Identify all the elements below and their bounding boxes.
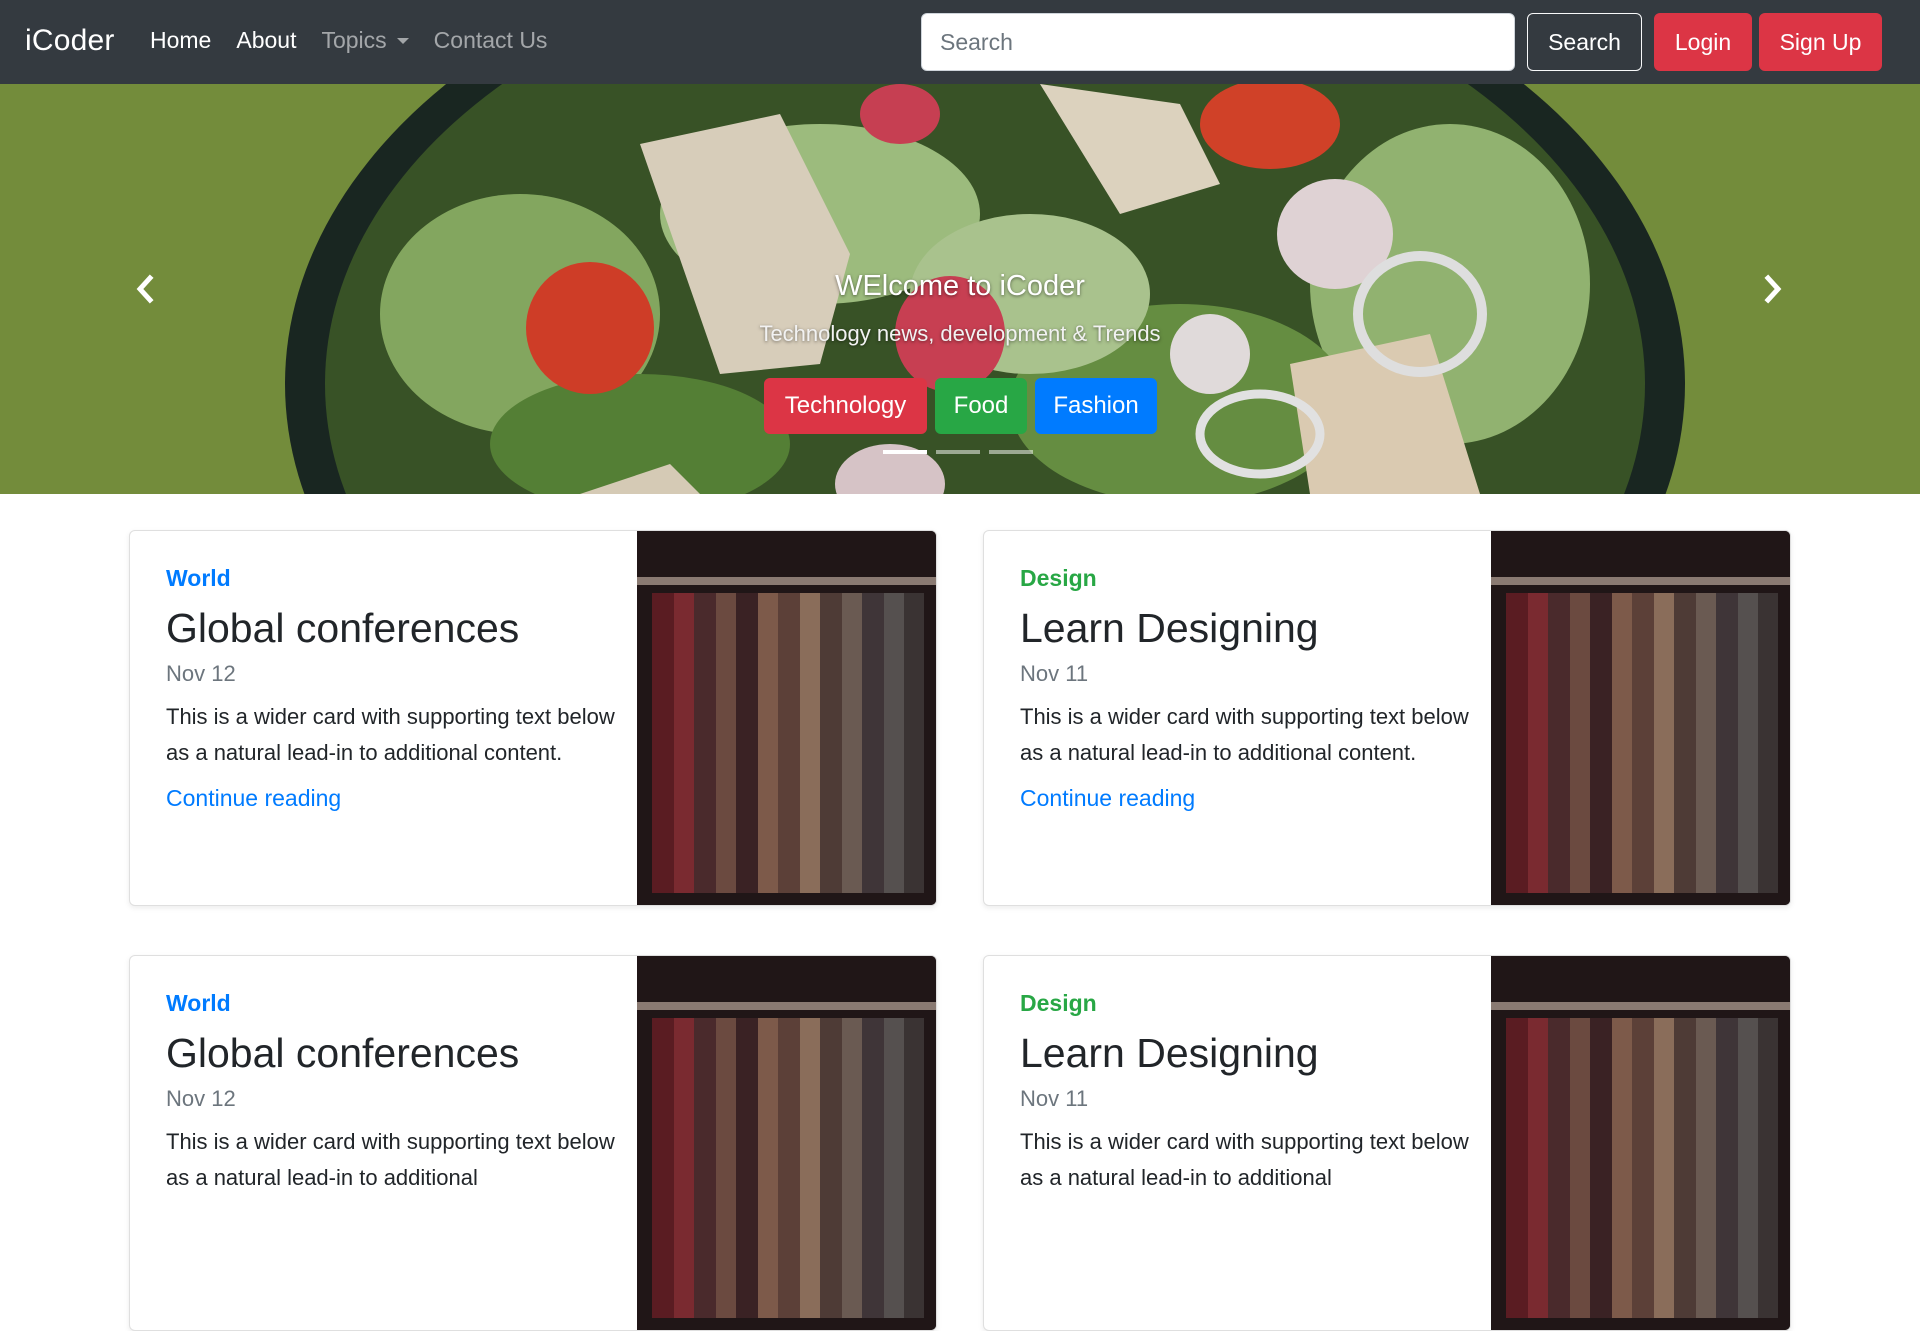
nav-link-topics-label: Topics (321, 27, 387, 53)
card-image-clothes-rack (1491, 956, 1790, 1330)
card-title: Global conferences (166, 605, 520, 651)
card-category: World (166, 565, 231, 591)
nav-link-contact[interactable]: Contact Us (434, 27, 548, 54)
card-date: Nov 12 (166, 1086, 236, 1112)
article-card: Design Learn Designing Nov 11 This is a … (983, 955, 1791, 1331)
card-image-clothes-rack (637, 956, 936, 1330)
card-category: Design (1020, 990, 1097, 1016)
card-text: This is a wider card with supporting tex… (166, 1129, 615, 1191)
brand-logo[interactable]: iCoder (25, 24, 115, 58)
carousel-subtitle: Technology news, development & Trends (759, 321, 1161, 346)
search-button[interactable]: Search (1527, 13, 1642, 71)
carousel-indicator-3[interactable] (989, 450, 1033, 454)
article-card: World Global conferences Nov 12 This is … (129, 955, 937, 1331)
card-image-clothes-rack (637, 531, 936, 905)
hero-carousel: WElcome to iCoder Technology news, devel… (0, 84, 1920, 494)
card-title: Global conferences (166, 1030, 520, 1076)
carousel-indicator-2[interactable] (936, 450, 980, 454)
login-button[interactable]: Login (1654, 13, 1752, 71)
card-title: Learn Designing (1020, 1030, 1319, 1076)
carousel-title: WElcome to iCoder (835, 270, 1085, 302)
card-body: Design Learn Designing Nov 11 This is a … (1020, 565, 1480, 812)
navbar: iCoder Home About Topics Contact Us Sear… (0, 0, 1920, 84)
article-card: Design Learn Designing Nov 11 This is a … (983, 530, 1791, 906)
card-body: Design Learn Designing Nov 11 This is a … (1020, 990, 1480, 1196)
card-title: Learn Designing (1020, 605, 1319, 651)
chevron-down-icon (396, 38, 409, 44)
card-category: World (166, 990, 231, 1016)
card-category: Design (1020, 565, 1097, 591)
signup-button[interactable]: Sign Up (1759, 13, 1882, 71)
carousel-indicators (883, 450, 1033, 454)
hero-category-buttons: Technology Food Fashion (764, 378, 1157, 434)
card-date: Nov 11 (1020, 661, 1089, 687)
card-text: This is a wider card with supporting tex… (1020, 1129, 1469, 1191)
card-body: World Global conferences Nov 12 This is … (166, 565, 626, 812)
card-text: This is a wider card with supporting tex… (166, 704, 615, 766)
food-button[interactable]: Food (935, 378, 1027, 434)
continue-reading-link[interactable]: Continue reading (1020, 785, 1480, 812)
card-body: World Global conferences Nov 12 This is … (166, 990, 626, 1196)
nav-link-home[interactable]: Home (150, 27, 211, 54)
article-card: World Global conferences Nov 12 This is … (129, 530, 937, 906)
nav-link-about[interactable]: About (236, 27, 296, 54)
card-date: Nov 12 (166, 661, 236, 687)
carousel-indicator-1[interactable] (883, 450, 927, 454)
card-image-clothes-rack (1491, 531, 1790, 905)
card-text: This is a wider card with supporting tex… (1020, 704, 1469, 766)
card-date: Nov 11 (1020, 1086, 1089, 1112)
carousel-caption: WElcome to iCoder Technology news, devel… (0, 270, 1920, 347)
search-input[interactable] (921, 13, 1515, 71)
fashion-button[interactable]: Fashion (1035, 378, 1157, 434)
nav-link-topics-dropdown[interactable]: Topics (321, 27, 409, 54)
nav-links: Home About Topics Contact Us (150, 27, 572, 54)
continue-reading-link[interactable]: Continue reading (166, 785, 626, 812)
technology-button[interactable]: Technology (764, 378, 927, 434)
